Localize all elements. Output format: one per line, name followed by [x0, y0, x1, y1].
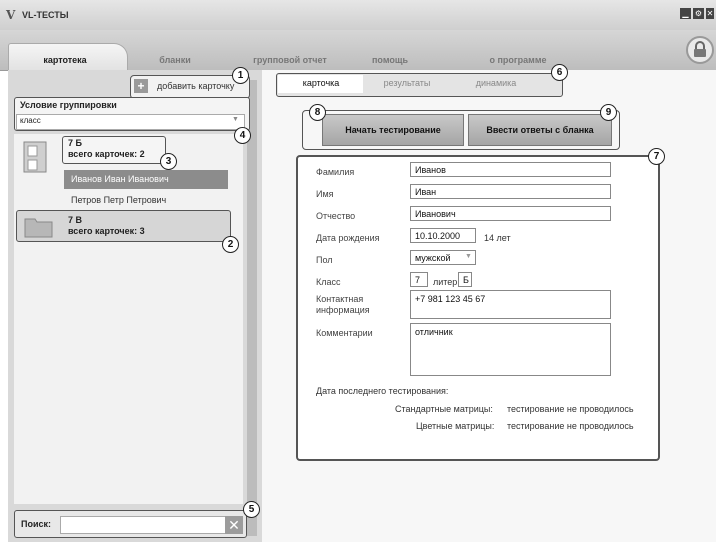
- callout-8: 8: [309, 104, 326, 121]
- app-title: VL-ТЕСТЫ: [22, 10, 69, 20]
- class-label: Класс: [316, 277, 341, 287]
- start-test-button[interactable]: Начать тестирование: [322, 114, 464, 146]
- enter-answers-button[interactable]: Ввести ответы с бланка: [468, 114, 612, 146]
- open-folder-icon[interactable]: [22, 138, 52, 176]
- name-field[interactable]: Иван: [410, 184, 611, 199]
- standard-matrices-value: тестирование не проводилось: [507, 404, 634, 414]
- callout-3: 3: [160, 153, 177, 170]
- last-test-title: Дата последнего тестирования:: [316, 386, 449, 396]
- grouping-title: Условие группировки: [20, 100, 117, 110]
- name-label: Имя: [316, 189, 334, 199]
- chevron-down-icon: ▼: [232, 116, 239, 123]
- surname-label: Фамилия: [316, 167, 355, 177]
- class-field[interactable]: 7: [410, 272, 428, 287]
- menu-tab-help[interactable]: помощь: [360, 52, 420, 68]
- folder-icon: [24, 216, 54, 238]
- menu-tab-forms[interactable]: бланки: [145, 52, 205, 68]
- tab-dynamics[interactable]: динамика: [455, 75, 537, 92]
- grouping-select[interactable]: [16, 114, 245, 130]
- app-logo: V: [6, 8, 16, 22]
- clear-search-icon[interactable]: ✕: [225, 516, 243, 534]
- callout-6: 6: [551, 64, 568, 81]
- settings-button[interactable]: ⚙: [693, 8, 704, 19]
- group-count: всего карточек: 2: [68, 149, 145, 159]
- left-scrollbar[interactable]: [247, 80, 257, 536]
- search-input[interactable]: [60, 516, 227, 534]
- group-title: 7 В: [68, 215, 83, 225]
- callout-9: 9: [600, 104, 617, 121]
- contact-label: Контактная информация: [316, 294, 370, 315]
- callout-4: 4: [234, 127, 251, 144]
- callout-2: 2: [222, 236, 239, 253]
- comment-field[interactable]: отличник: [410, 323, 611, 376]
- tab-card[interactable]: карточка: [282, 75, 360, 92]
- surname-field[interactable]: Иванов: [410, 162, 611, 177]
- birthdate-field[interactable]: 10.10.2000: [410, 228, 476, 243]
- menu-tab-about[interactable]: о программе: [478, 52, 558, 68]
- standard-matrices-label: Стандартные матрицы:: [395, 404, 493, 414]
- menu-tab-group-report[interactable]: групповой отчет: [245, 52, 335, 68]
- close-button[interactable]: ✕: [706, 8, 714, 19]
- callout-7: 7: [648, 148, 665, 165]
- color-matrices-label: Цветные матрицы:: [416, 421, 495, 431]
- lock-icon: [694, 41, 706, 57]
- comment-label: Комментарии: [316, 328, 373, 338]
- title-bar: [0, 0, 716, 30]
- group-title: 7 Б: [68, 138, 82, 148]
- minimize-button[interactable]: ▁: [680, 8, 691, 19]
- chevron-down-icon: ▼: [465, 253, 472, 260]
- list-item[interactable]: Иванов Иван Иванович: [71, 174, 169, 184]
- birthdate-label: Дата рождения: [316, 233, 380, 243]
- color-matrices-value: тестирование не проводилось: [507, 421, 634, 431]
- plus-icon: +: [134, 79, 148, 93]
- menu-tab-cards[interactable]: картотека: [30, 52, 100, 68]
- callout-5: 5: [243, 501, 260, 518]
- card-list: [14, 134, 243, 504]
- lock-button[interactable]: [686, 36, 714, 64]
- letter-label: литер: [433, 277, 458, 287]
- add-card-label: добавить карточку: [157, 81, 235, 91]
- group-count: всего карточек: 3: [68, 226, 145, 236]
- contact-field[interactable]: +7 981 123 45 67: [410, 290, 611, 319]
- list-item[interactable]: Петров Петр Петрович: [71, 195, 166, 205]
- search-label: Поиск:: [21, 519, 52, 529]
- callout-1: 1: [232, 67, 249, 84]
- letter-field[interactable]: Б: [458, 272, 472, 287]
- patronymic-field[interactable]: Иванович: [410, 206, 611, 221]
- gender-label: Пол: [316, 255, 333, 265]
- age-text: 14 лет: [484, 233, 511, 243]
- tab-results[interactable]: результаты: [366, 75, 448, 92]
- patronymic-label: Отчество: [316, 211, 356, 221]
- grouping-select-value: класс: [20, 116, 41, 125]
